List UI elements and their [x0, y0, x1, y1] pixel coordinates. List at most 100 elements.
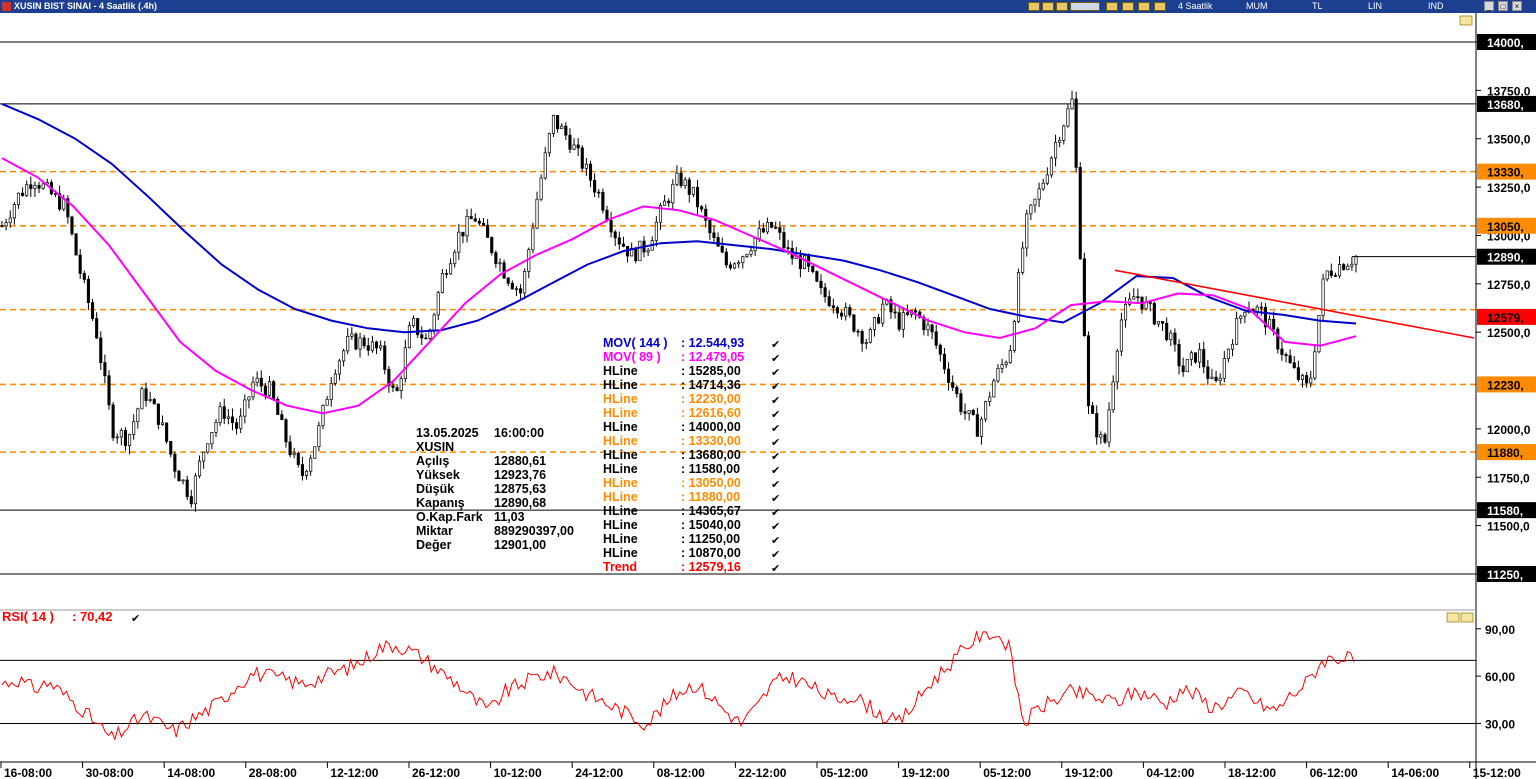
candle-body — [1292, 362, 1296, 368]
time-tick-label: 15-12:00 — [1473, 766, 1521, 779]
legend-label: HLine — [603, 448, 638, 462]
panel-toggle-icon — [1460, 612, 1474, 623]
candle-body — [1259, 306, 1263, 309]
candle-body — [1156, 321, 1161, 325]
candle-body — [930, 324, 934, 333]
chart-type-selector[interactable]: MUM — [1246, 1, 1268, 11]
candle-body — [531, 227, 535, 251]
chart-canvas[interactable]: 14000,13750,013500,013250,013000,012750,… — [0, 13, 1536, 779]
window-menu-icon[interactable] — [2, 2, 11, 11]
legend-check-icon: ✔ — [771, 352, 780, 365]
candle-body — [160, 422, 165, 425]
candle-body — [1255, 306, 1259, 312]
candle-body — [272, 381, 276, 400]
candle-body — [74, 233, 78, 256]
price-marker-label: 11250, — [1487, 568, 1523, 582]
candle-body — [1045, 174, 1049, 184]
candle-body — [37, 185, 41, 189]
legend-value: : 14714,36 — [681, 378, 741, 392]
candle-body — [247, 396, 251, 401]
legend-check-icon: ✔ — [771, 478, 780, 491]
candle-body — [634, 247, 638, 262]
time-tick-label: 22-12:00 — [738, 766, 786, 779]
candle-body — [197, 460, 202, 477]
price-tick-label: 13500,0 — [1487, 133, 1531, 147]
toolbar-tool-icon[interactable] — [1042, 2, 1054, 11]
info-time: 16:00:00 — [494, 426, 544, 440]
info-value: 12923,76 — [494, 468, 546, 482]
legend-label: HLine — [603, 476, 638, 490]
candle-body — [992, 380, 996, 398]
legend-label: HLine — [603, 462, 638, 476]
candle-body — [95, 318, 99, 339]
candle-body — [284, 419, 288, 443]
candle-body — [905, 312, 909, 315]
toolbar-tool-icon[interactable] — [1138, 2, 1150, 11]
legend-label: HLine — [603, 490, 638, 504]
candle-body — [189, 496, 193, 505]
maximize-icon[interactable]: □ — [1498, 1, 1508, 11]
candle-body — [169, 441, 173, 455]
candle-body — [1086, 335, 1091, 407]
candlesticks — [0, 90, 1358, 512]
legend-value: : 12616,60 — [681, 406, 741, 420]
candle-body — [362, 337, 366, 347]
toolbar-tool-icon[interactable] — [1154, 2, 1166, 11]
candle-body — [152, 398, 156, 405]
indicator-selector[interactable]: IND — [1428, 1, 1444, 11]
candle-body — [988, 396, 992, 402]
candle-body — [815, 271, 819, 282]
info-label: Değer — [416, 538, 452, 552]
info-date: 13.05.2025 — [416, 426, 479, 440]
legend-check-icon: ✔ — [771, 464, 780, 477]
candle-body — [304, 470, 309, 476]
minimize-icon[interactable]: _ — [1484, 1, 1494, 11]
toolbar-tool-icon[interactable] — [1028, 2, 1040, 11]
candle-body — [1218, 377, 1222, 381]
time-tick-label: 14-08:00 — [167, 766, 215, 779]
candle-body — [226, 416, 230, 419]
candle-body — [292, 452, 296, 456]
candle-body — [123, 430, 128, 446]
scale-selector[interactable]: LIN — [1368, 1, 1382, 11]
price-tick-label: 11500,0 — [1487, 520, 1530, 534]
candle-body — [819, 280, 823, 289]
time-tick-label: 14-06:00 — [1391, 766, 1439, 779]
legend-check-icon: ✔ — [771, 408, 780, 421]
time-tick-label: 16-08:00 — [4, 766, 52, 779]
toolbar-tool-icon[interactable] — [1122, 2, 1134, 11]
candle-body — [584, 163, 588, 169]
price-tick-label: 12000,0 — [1487, 423, 1531, 437]
candle-body — [848, 307, 852, 316]
candle-body — [16, 192, 21, 205]
candle-body — [444, 273, 449, 275]
candle-body — [1181, 365, 1185, 373]
candle-body — [597, 191, 601, 194]
price-tick-label: 11750,0 — [1487, 471, 1530, 485]
candle-body — [877, 317, 881, 324]
candle-body — [519, 288, 523, 294]
candle-body — [115, 436, 119, 439]
currency-selector[interactable]: TL — [1312, 1, 1323, 11]
candle-body — [971, 409, 975, 415]
candle-body — [580, 147, 584, 169]
toolbar-tool-icon[interactable] — [1056, 2, 1068, 11]
toolbar-dropdown-icon[interactable] — [1070, 2, 1100, 11]
toolbar-tool-icon[interactable] — [1106, 2, 1118, 11]
candle-body — [613, 231, 617, 239]
candle-body — [1177, 344, 1181, 367]
close-icon[interactable]: × — [1512, 1, 1522, 11]
candle-body — [860, 331, 864, 344]
candle-body — [1284, 354, 1288, 357]
candle-body — [753, 238, 757, 252]
candle-body — [1107, 409, 1111, 443]
candle-body — [588, 163, 593, 181]
legend-value: : 13050,00 — [681, 476, 741, 490]
timeframe-selector[interactable]: 4 Saatlik — [1178, 1, 1213, 11]
candle-body — [568, 134, 572, 150]
candle-body — [564, 125, 568, 136]
price-marker-label: 12579, — [1487, 311, 1524, 325]
candle-body — [720, 245, 724, 253]
candle-body — [1099, 434, 1103, 438]
candle-body — [1123, 304, 1128, 321]
